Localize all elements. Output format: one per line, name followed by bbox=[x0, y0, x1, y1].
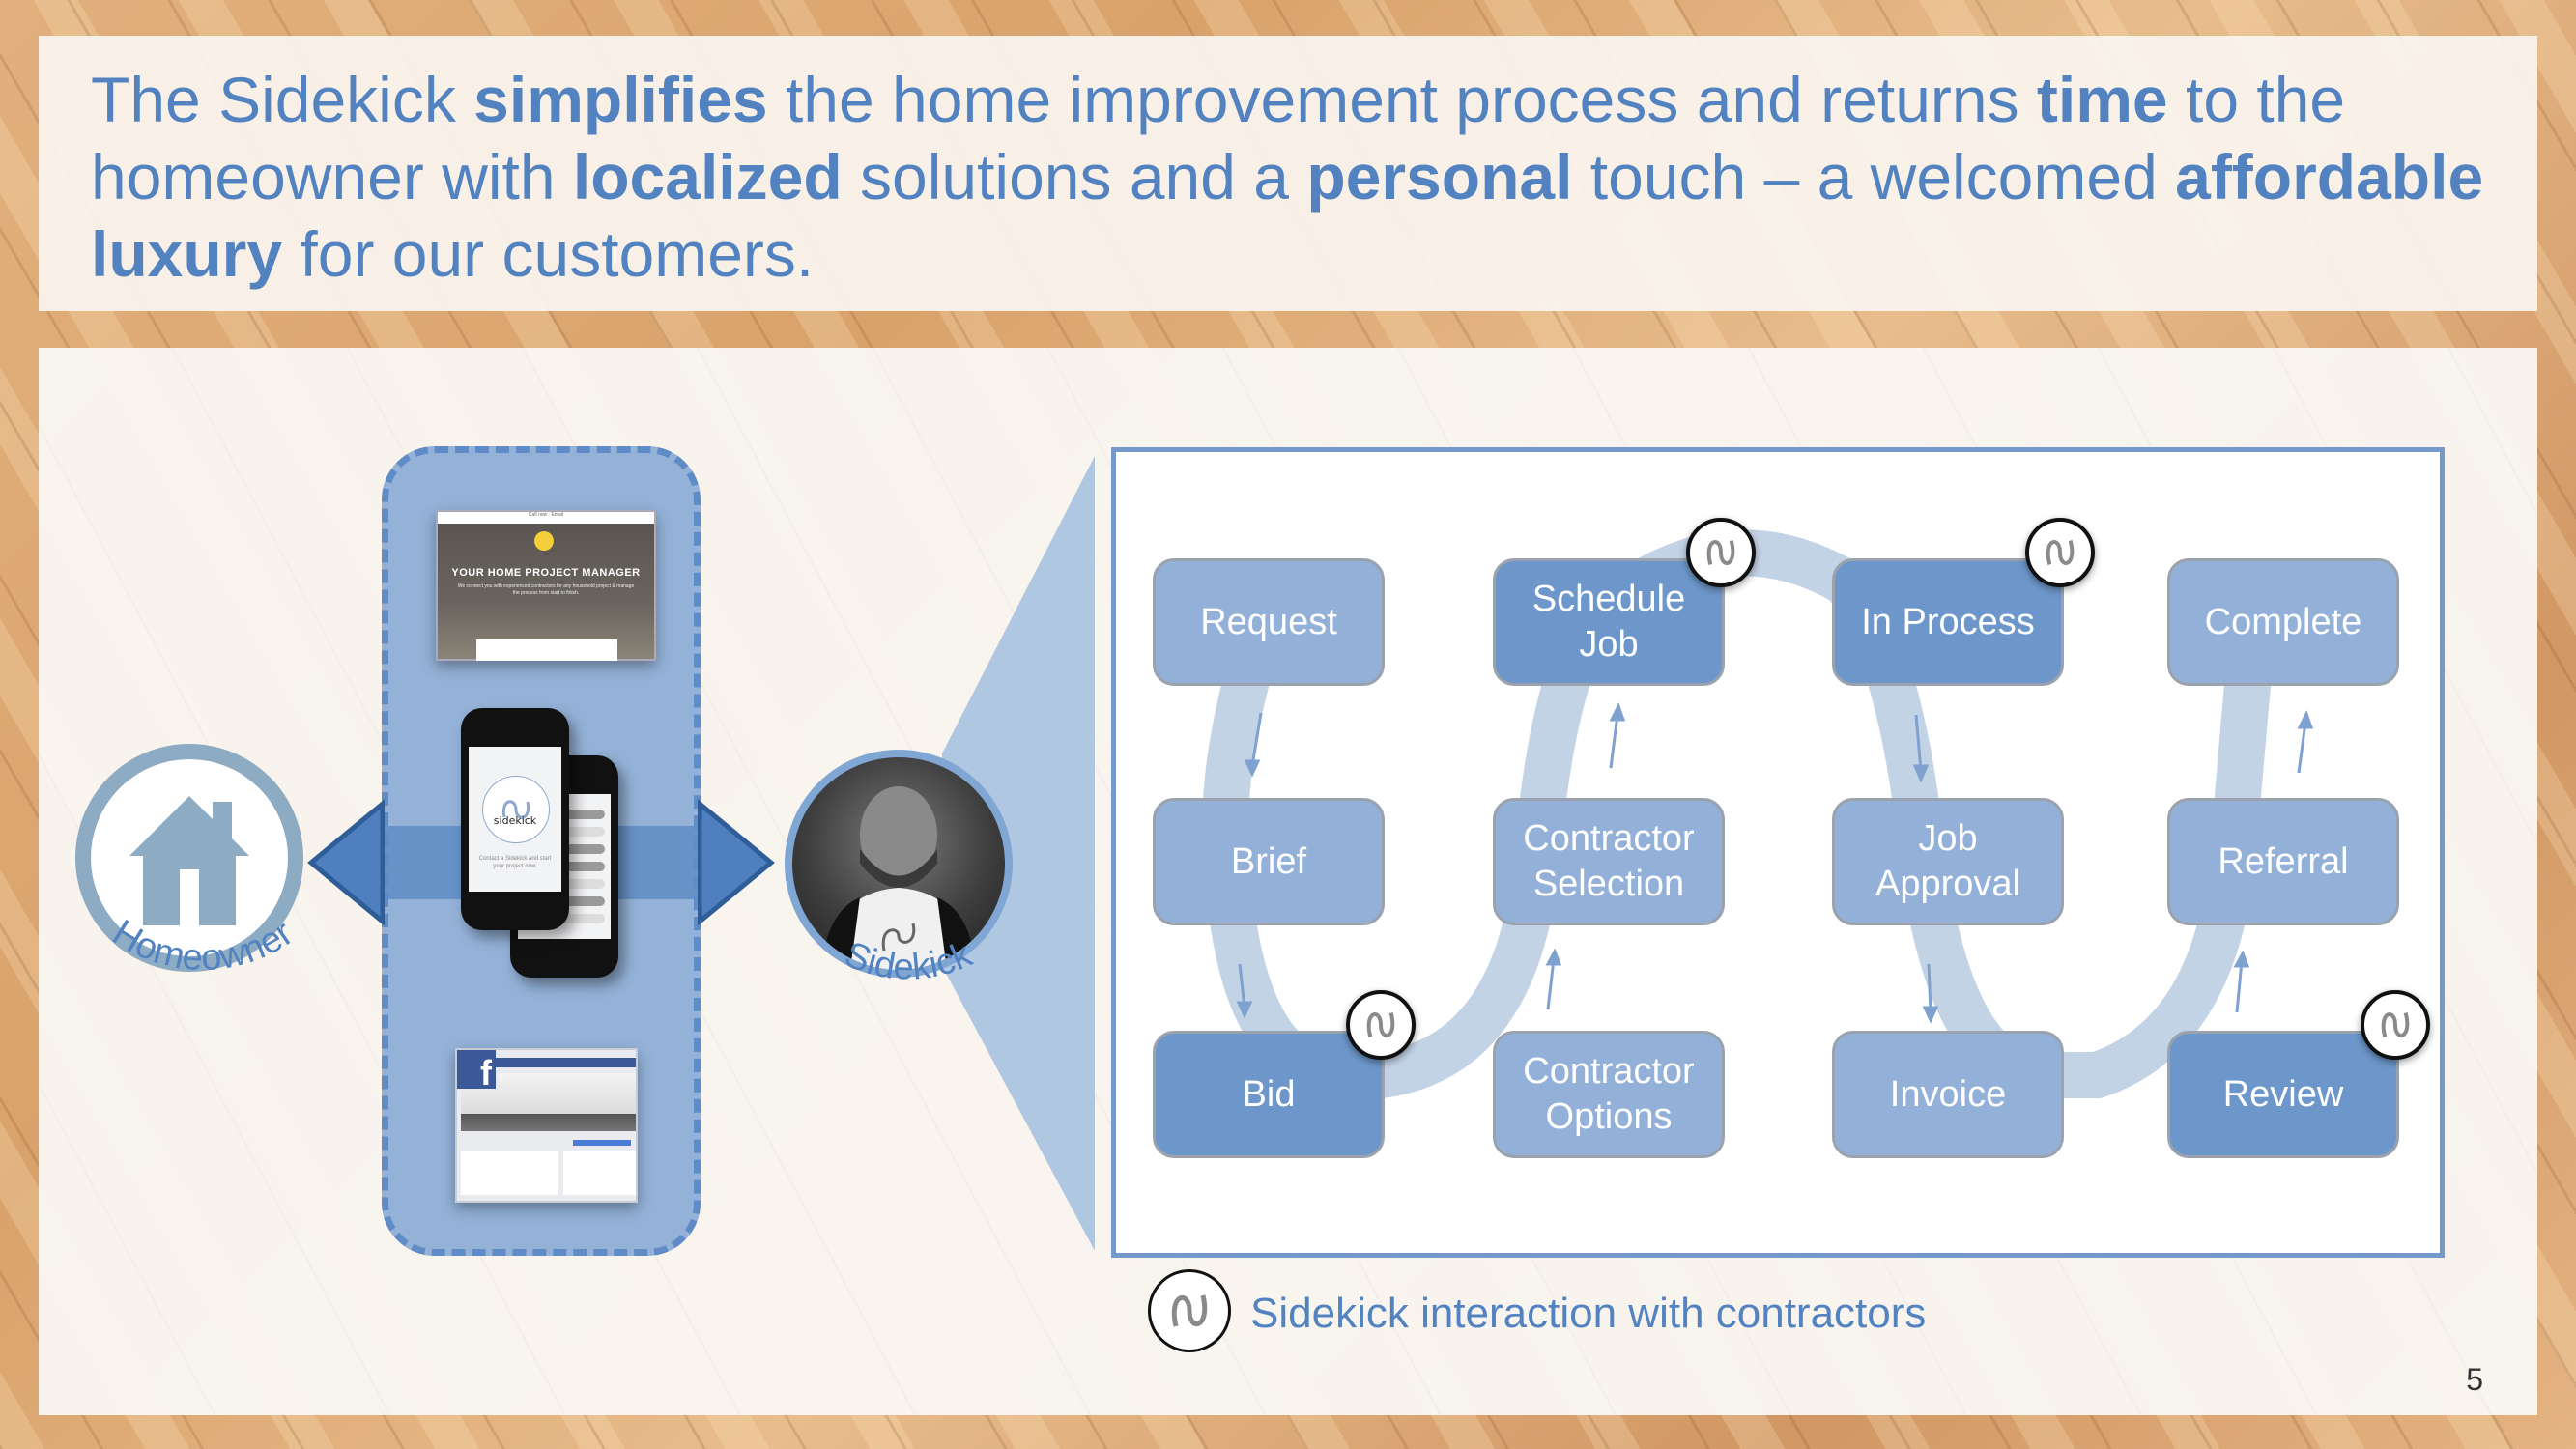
website-logo-icon bbox=[534, 531, 554, 551]
website-header-bar: Call now · Email bbox=[438, 512, 654, 522]
svg-text:Homeowner: Homeowner bbox=[105, 913, 301, 980]
svg-text:Sidekick: Sidekick bbox=[839, 934, 979, 988]
facebook-sidebar bbox=[563, 1151, 636, 1195]
process-step-complete: Complete bbox=[2167, 558, 2399, 686]
arrow-right-icon bbox=[698, 799, 775, 926]
process-step-request: Request bbox=[1153, 558, 1385, 686]
app-caption: Contact a Sidekick and start your projec… bbox=[478, 856, 552, 869]
website-title: YOUR HOME PROJECT MANAGER bbox=[451, 567, 641, 579]
process-step-referral: Referral bbox=[2167, 798, 2399, 925]
sidekick-label: Sidekick bbox=[839, 934, 979, 988]
facebook-post-area bbox=[461, 1151, 558, 1195]
sidekick-interaction-badge-icon bbox=[2025, 518, 2095, 587]
website-hero: YOUR HOME PROJECT MANAGER We connect you… bbox=[438, 524, 654, 661]
sidekick-label-text: Sidekick bbox=[839, 934, 979, 988]
sidekick-interaction-badge-icon bbox=[1686, 518, 1756, 587]
sidekick-logo-icon bbox=[501, 800, 530, 819]
website-subtitle: We connect you with experienced contract… bbox=[457, 583, 635, 596]
website-project-input bbox=[476, 639, 617, 661]
app-logo-circle bbox=[482, 776, 550, 843]
facebook-logo-icon: f bbox=[457, 1050, 496, 1093]
facebook-screenshot: f bbox=[455, 1048, 638, 1203]
app-screen: sidekick Contact a Sidekick and start yo… bbox=[469, 747, 561, 892]
app-brand: sidekick bbox=[493, 814, 537, 827]
process-step-brief: Brief bbox=[1153, 798, 1385, 925]
homeowner-label: Homeowner bbox=[105, 913, 301, 980]
homeowner-label-text: Homeowner bbox=[105, 913, 301, 980]
website-screenshot: Call now · Email YOUR HOME PROJECT MANAG… bbox=[436, 510, 656, 661]
process-step-contractor-options: Contractor Options bbox=[1493, 1031, 1725, 1158]
sidekick-interaction-badge-icon bbox=[1346, 990, 1416, 1060]
facebook-action-button bbox=[573, 1140, 631, 1146]
process-step-contractor-selection: Contractor Selection bbox=[1493, 798, 1725, 925]
process-step-job-approval: Job Approval bbox=[1832, 798, 2064, 925]
legend-sidekick-icon bbox=[1148, 1269, 1231, 1352]
sidekick-interaction-badge-icon bbox=[2361, 990, 2430, 1060]
process-step-invoice: Invoice bbox=[1832, 1031, 2064, 1158]
phone-app-mockup: sidekick Contact a Sidekick and start yo… bbox=[461, 708, 569, 930]
legend-label: Sidekick interaction with contractors bbox=[1250, 1290, 1927, 1337]
